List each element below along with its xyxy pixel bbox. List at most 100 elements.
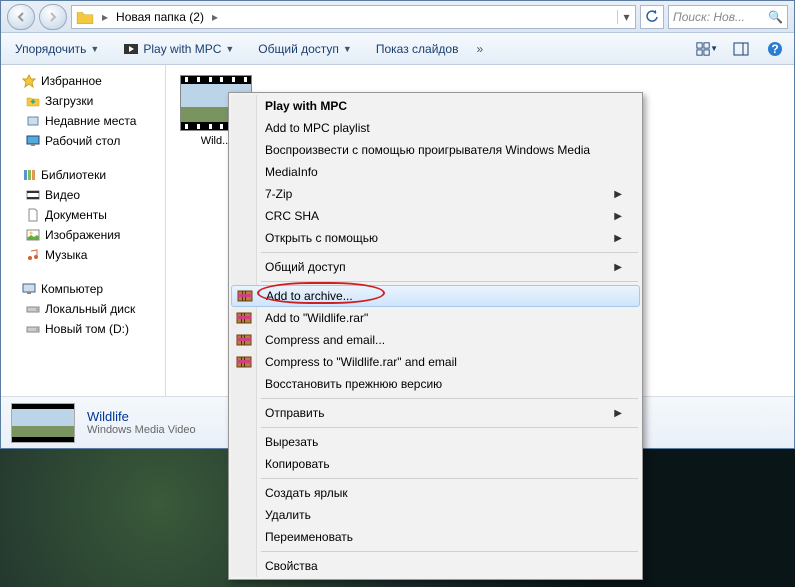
disk-icon [25, 301, 41, 317]
winrar-icon [234, 332, 254, 348]
breadcrumb-dropdown[interactable]: ▾ [617, 10, 635, 24]
menu-item-label: Compress and email... [265, 333, 385, 347]
menu-item[interactable]: Воспроизвести с помощью проигрывателя Wi… [231, 139, 640, 161]
menu-item-label: Создать ярлык [265, 486, 348, 500]
menu-item-label: 7-Zip [265, 187, 292, 201]
menu-item-label: Add to "Wildlife.rar" [265, 311, 368, 325]
menu-item[interactable]: Play with MPC [231, 95, 640, 117]
menu-item[interactable]: Вырезать [231, 431, 640, 453]
menu-item-label: Отправить [265, 406, 325, 420]
breadcrumb-text[interactable]: Новая папка (2) [112, 10, 208, 24]
forward-button[interactable] [39, 4, 67, 30]
pane-icon [733, 41, 749, 57]
chevron-right-icon: ▶ [614, 262, 622, 273]
menu-item-label: Play with MPC [265, 99, 347, 113]
menu-item[interactable]: Общий доступ ▶ [231, 256, 640, 278]
view-options-button[interactable]: ▼ [696, 38, 718, 60]
menu-item[interactable]: Add to archive... [231, 285, 640, 307]
menu-separator [261, 252, 638, 253]
file-label: Wild... [201, 135, 232, 147]
organize-menu[interactable]: Упорядочить▼ [9, 38, 105, 60]
menu-item[interactable]: CRC SHA▶ [231, 205, 640, 227]
winrar-icon [234, 310, 254, 326]
refresh-icon [645, 10, 659, 24]
tree-item-new-volume[interactable]: Новый том (D:) [1, 319, 165, 339]
tree-libraries[interactable]: Библиотеки [1, 165, 165, 185]
tree-item-documents[interactable]: Документы [1, 205, 165, 225]
menu-item[interactable]: Compress and email... [231, 329, 640, 351]
chevron-right-icon: ▶ [614, 233, 622, 244]
chevron-right-icon: ▶ [614, 408, 622, 419]
tree-item-video[interactable]: Видео [1, 185, 165, 205]
menu-item[interactable]: Удалить [231, 504, 640, 526]
slideshow-button[interactable]: Показ слайдов [370, 38, 465, 60]
desktop-icon [25, 133, 41, 149]
menu-item[interactable]: Восстановить прежнюю версию [231, 373, 640, 395]
chevron-right-icon: ▶ [614, 189, 622, 200]
breadcrumb[interactable]: ▸ Новая папка (2) ▸ ▾ [71, 5, 636, 29]
tree-item-recent[interactable]: Недавние места [1, 111, 165, 131]
help-icon: ? [767, 41, 783, 57]
preview-pane-button[interactable] [730, 38, 752, 60]
tree-favorites[interactable]: Избранное [1, 71, 165, 91]
menu-separator [261, 427, 638, 428]
menu-item[interactable]: Переименовать [231, 526, 640, 548]
menu-item[interactable]: Compress to "Wildlife.rar" and email [231, 351, 640, 373]
winrar-icon [234, 354, 254, 370]
toolbar-overflow[interactable]: » [476, 42, 483, 56]
tree-item-music[interactable]: Музыка [1, 245, 165, 265]
menu-item[interactable]: Свойства [231, 555, 640, 577]
menu-item-label: Вырезать [265, 435, 318, 449]
help-button[interactable]: ? [764, 38, 786, 60]
documents-icon [25, 207, 41, 223]
tree-item-pictures[interactable]: Изображения [1, 225, 165, 245]
menu-item[interactable]: MediaInfo [231, 161, 640, 183]
menu-item-label: Compress to "Wildlife.rar" and email [265, 355, 457, 369]
back-button[interactable] [7, 4, 35, 30]
downloads-icon [25, 93, 41, 109]
tree-item-local-disk[interactable]: Локальный диск [1, 299, 165, 319]
menu-separator [261, 398, 638, 399]
menu-item-label: Add to archive... [266, 289, 353, 303]
tree-computer[interactable]: Компьютер [1, 279, 165, 299]
menu-item-label: MediaInfo [265, 165, 318, 179]
menu-item-label: Воспроизвести с помощью проигрывателя Wi… [265, 143, 590, 157]
menu-item[interactable]: Add to "Wildlife.rar" [231, 307, 640, 329]
arrow-left-icon [15, 11, 27, 23]
chevron-down-icon: ▼ [343, 44, 352, 54]
menu-item[interactable]: Отправить ▶ [231, 402, 640, 424]
mpc-icon [123, 41, 139, 57]
share-menu[interactable]: Общий доступ▼ [252, 38, 358, 60]
chevron-right-icon: ▸ [98, 10, 112, 24]
menu-item-label: CRC SHA [265, 209, 319, 223]
play-mpc-menu[interactable]: Play with MPC▼ [117, 37, 240, 61]
menu-separator [261, 551, 638, 552]
context-menu: Play with MPC Add to MPC playlist Воспроиз… [228, 92, 643, 580]
menu-item-label: Удалить [265, 508, 311, 522]
menu-item-label: Свойства [265, 559, 318, 573]
menu-item[interactable]: Открыть с помощью▶ [231, 227, 640, 249]
navigation-pane: Избранное Загрузки Недавние места Рабочи… [1, 65, 166, 396]
details-title: Wildlife [87, 409, 196, 424]
menu-separator [261, 478, 638, 479]
refresh-button[interactable] [640, 5, 664, 29]
tree-item-downloads[interactable]: Загрузки [1, 91, 165, 111]
chevron-right-icon: ▸ [208, 10, 222, 24]
menu-item-label: Общий доступ [265, 260, 346, 274]
details-thumbnail [11, 403, 75, 443]
menu-item-label: Восстановить прежнюю версию [265, 377, 442, 391]
titlebar: ▸ Новая папка (2) ▸ ▾ Поиск: Нов... 🔍 [1, 1, 794, 33]
menu-item[interactable]: Add to MPC playlist [231, 117, 640, 139]
computer-icon [21, 281, 37, 297]
details-subtitle: Windows Media Video [87, 424, 196, 436]
libraries-icon [21, 167, 37, 183]
search-input[interactable]: Поиск: Нов... 🔍 [668, 5, 788, 29]
menu-item-label: Переименовать [265, 530, 353, 544]
menu-separator [261, 281, 638, 282]
menu-item[interactable]: Создать ярлык [231, 482, 640, 504]
video-icon [25, 187, 41, 203]
tree-item-desktop[interactable]: Рабочий стол [1, 131, 165, 151]
pictures-icon [25, 227, 41, 243]
menu-item[interactable]: Копировать [231, 453, 640, 475]
menu-item[interactable]: 7-Zip ▶ [231, 183, 640, 205]
